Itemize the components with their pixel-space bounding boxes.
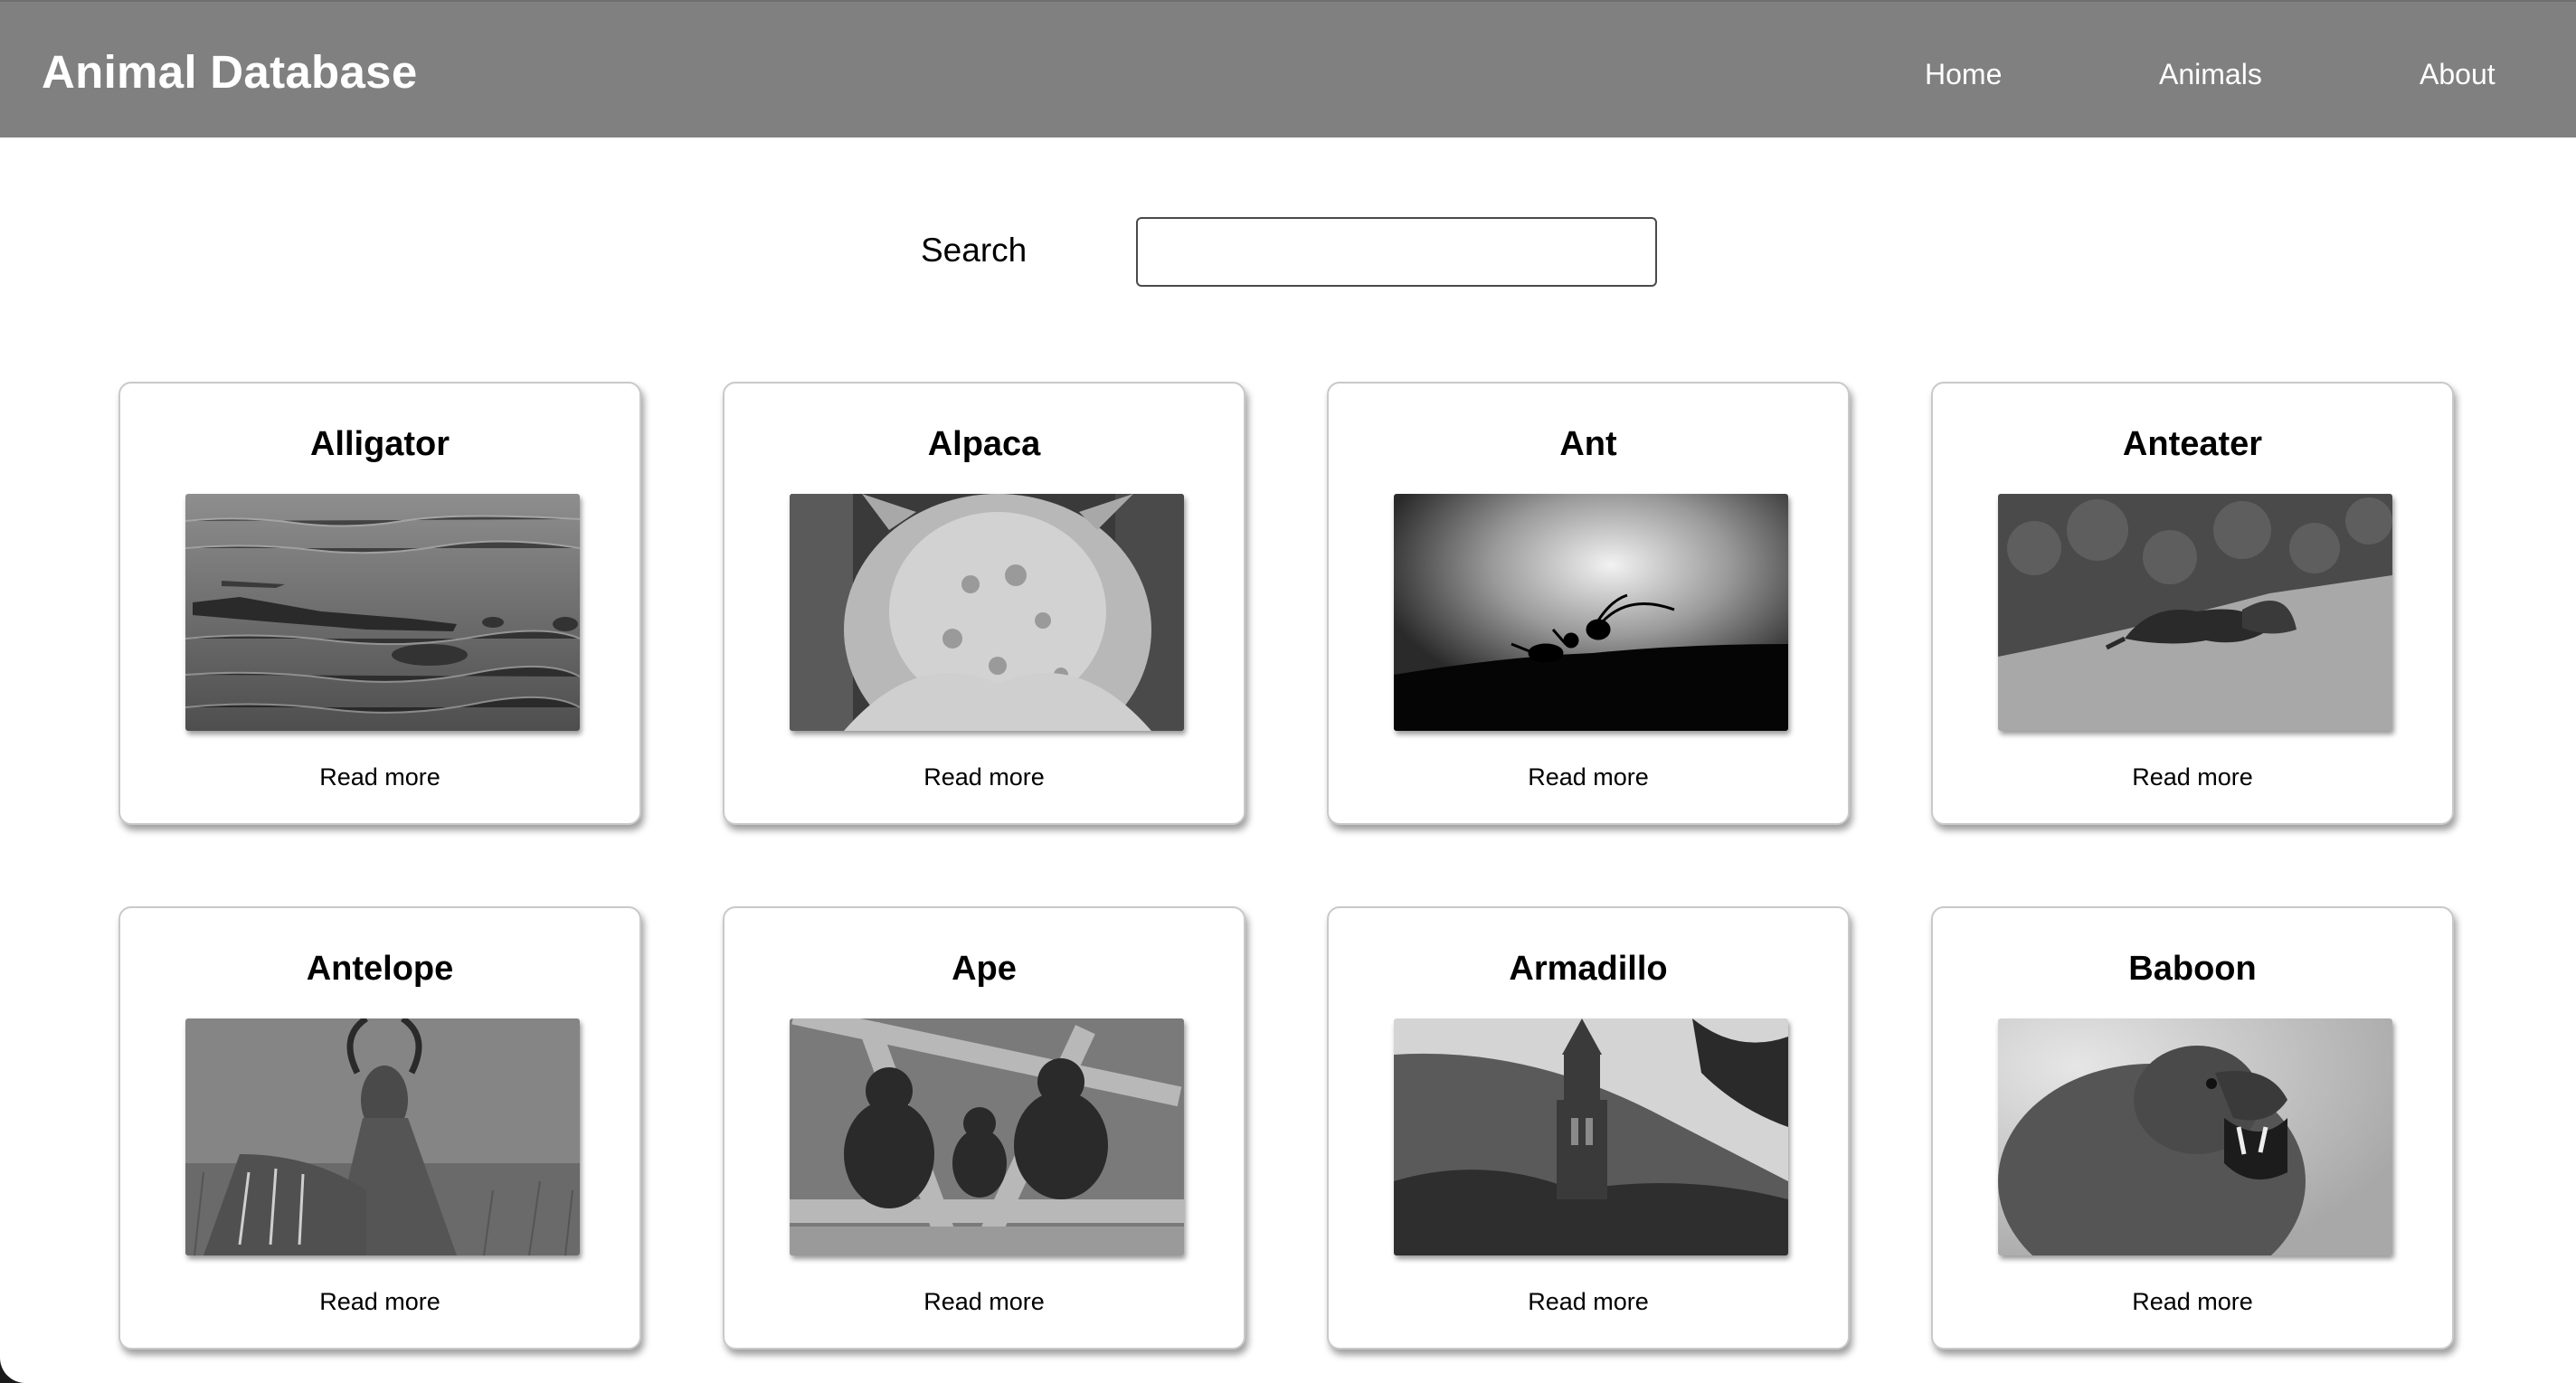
nav-about[interactable]: About [2420,58,2496,91]
read-more-link[interactable]: Read more [724,1288,1244,1316]
ant-photo[interactable] [1394,494,1788,731]
animal-card-antelope[interactable]: Antelope Read more [118,906,641,1350]
animal-card-ant[interactable]: Ant Read more [1327,382,1850,825]
read-more-link[interactable]: Read more [1933,1288,2452,1316]
read-more-link[interactable]: Read more [724,763,1244,791]
anteater-photo[interactable] [1998,494,2392,731]
card-title: Baboon [2128,950,2257,988]
card-title: Anteater [2122,425,2263,463]
read-more-link[interactable]: Read more [1933,763,2452,791]
animal-card-ape[interactable]: Ape Read more [723,906,1245,1350]
search-label: Search [921,232,1028,269]
search-input[interactable] [1136,217,1657,287]
read-more-link[interactable]: Read more [120,1288,639,1316]
navbar: Animal Database Home Animals About [0,0,2576,137]
animal-card-alligator[interactable]: Alligator Read more [118,382,641,825]
animal-card-alpaca[interactable]: Alpaca Read more [723,382,1245,825]
card-title: Antelope [306,950,454,988]
card-title: Alpaca [927,425,1041,463]
nav-home[interactable]: Home [1925,58,2002,91]
card-title: Armadillo [1509,950,1668,988]
animal-card-armadillo[interactable]: Armadillo Read more [1327,906,1850,1350]
read-more-link[interactable]: Read more [1329,763,1848,791]
card-title: Ant [1559,425,1617,463]
animal-card-anteater[interactable]: Anteater Read more [1931,382,2454,825]
antelope-photo[interactable] [185,1018,580,1255]
baboon-photo[interactable] [1998,1018,2392,1255]
armadillo-photo[interactable] [1394,1018,1788,1255]
animal-card-baboon[interactable]: Baboon Read more [1931,906,2454,1350]
ape-photo[interactable] [790,1018,1184,1255]
alligator-photo[interactable] [185,494,580,731]
page: Animal Database Home Animals About Searc… [0,0,2576,1383]
alpaca-photo[interactable] [790,494,1184,731]
brand-title[interactable]: Animal Database [42,45,418,99]
card-title: Alligator [309,425,450,463]
read-more-link[interactable]: Read more [120,763,639,791]
read-more-link[interactable]: Read more [1329,1288,1848,1316]
nav-animals[interactable]: Animals [2159,58,2262,91]
card-title: Ape [952,950,1017,988]
